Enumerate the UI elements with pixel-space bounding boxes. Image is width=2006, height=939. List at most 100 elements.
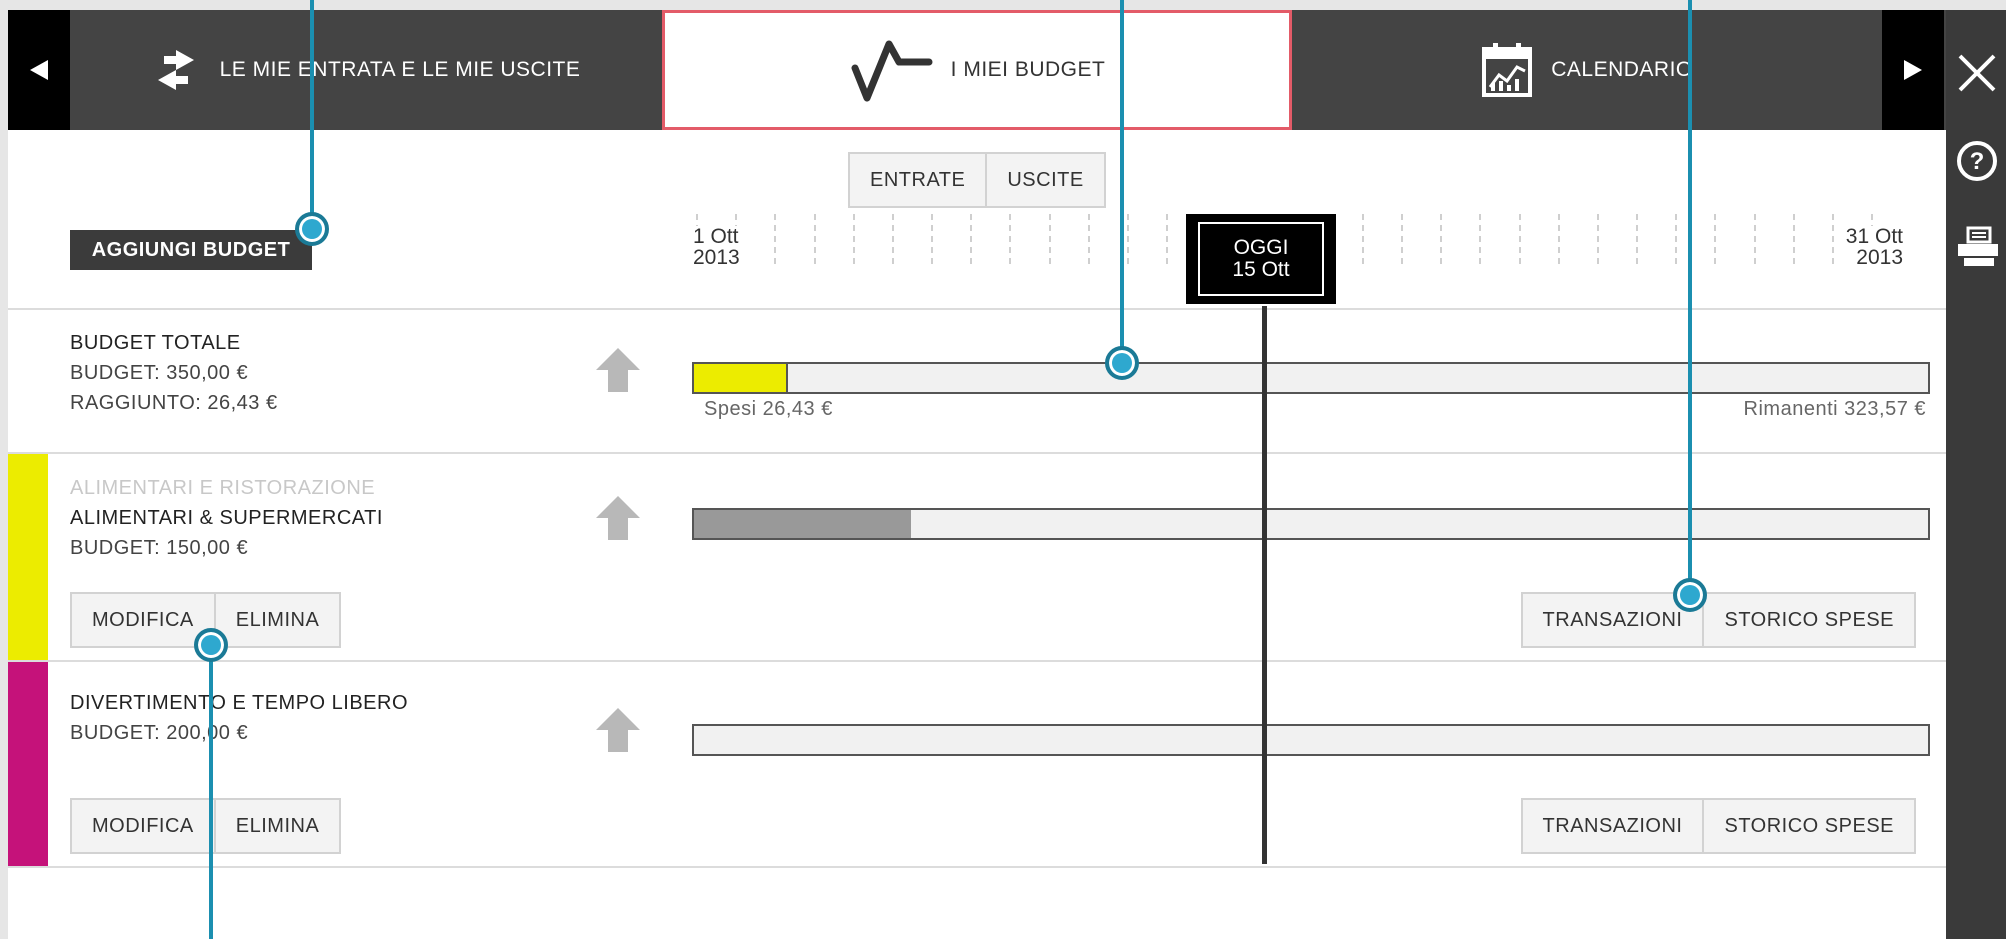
timeline-start-day: 1 Ott [693, 225, 739, 248]
total-budget-amount: BUDGET: 350,00 € [70, 362, 249, 384]
callout-line [1688, 0, 1692, 582]
calendar-chart-icon [1482, 43, 1533, 97]
tab-calendar-label: CALENDARIO [1551, 58, 1693, 81]
total-budget-title: BUDGET TOTALE [70, 332, 241, 354]
callout-line [209, 640, 213, 939]
timeline-day-tick [1753, 214, 1756, 264]
budget-info: DIVERTIMENTO E TEMPO LIBERO BUDGET: 200,… [70, 688, 408, 748]
category-color-strip [8, 454, 48, 660]
timeline-day-tick [1087, 214, 1090, 264]
timeline-day-tick [813, 214, 816, 264]
today-date: 15 Ott [1232, 258, 1290, 281]
timeline-day-tick [1126, 214, 1129, 264]
budget-name: ALIMENTARI & SUPERMERCATI [70, 507, 383, 529]
spent-label: Spesi 26,43 € [704, 398, 833, 420]
total-budget-info: BUDGET TOTALE BUDGET: 350,00 € RAGGIUNTO… [70, 328, 278, 418]
budget-history-group: TRANSAZIONI STORICO SPESE [1520, 592, 1916, 648]
tab-prev-button[interactable] [8, 10, 70, 130]
delete-button[interactable]: ELIMINA [213, 594, 340, 646]
toggle-uscite[interactable]: USCITE [985, 154, 1103, 206]
timeline-day-tick [1401, 214, 1403, 264]
tab-calendar[interactable]: CALENDARIO [1292, 10, 1882, 130]
timeline-day-tick [1675, 214, 1678, 264]
remaining-label: Rimanenti 323,57 € [1743, 398, 1926, 420]
tab-my-budgets-label: I MIEI BUDGET [950, 58, 1106, 81]
timeline-start: 1 Ott 2013 [693, 226, 740, 268]
svg-text:?: ? [1970, 148, 1985, 175]
edit-button[interactable]: MODIFICA [72, 800, 214, 852]
print-icon[interactable] [1956, 226, 1998, 268]
close-icon[interactable] [1956, 52, 1998, 94]
divider [8, 660, 1946, 662]
budget-history-group: TRANSAZIONI STORICO SPESE [1520, 798, 1916, 854]
timeline-day-tick [1636, 214, 1638, 264]
callout-dot [194, 628, 228, 662]
timeline-day-tick [852, 214, 855, 264]
add-budget-button[interactable]: AGGIUNGI BUDGET [70, 230, 312, 270]
arrow-up-icon[interactable] [594, 346, 642, 394]
timeline-day-tick [1479, 214, 1482, 264]
total-progress-fill [694, 364, 788, 392]
timeline-day-tick [1361, 214, 1364, 264]
transactions-button[interactable]: TRANSAZIONI [1523, 800, 1703, 852]
divider [8, 452, 1946, 454]
history-button[interactable]: STORICO SPESE [1702, 800, 1914, 852]
total-reached-amount: RAGGIUNTO: 26,43 € [70, 392, 278, 414]
divider [8, 308, 1946, 310]
timeline-day-tick [970, 214, 973, 264]
total-progress-bar [692, 362, 1930, 394]
side-panel: ? [1946, 10, 2006, 939]
budget-amount: BUDGET: 150,00 € [70, 537, 249, 559]
timeline-end-day: 31 Ott [1845, 225, 1903, 248]
help-icon[interactable]: ? [1956, 140, 1998, 182]
budget-progress-bar [692, 508, 1930, 540]
callout-dot [1673, 578, 1707, 612]
chevron-left-icon [30, 60, 48, 80]
tab-bar: LE MIE ENTRATA E LE MIE USCITE I MIEI BU… [8, 10, 1946, 130]
category-color-strip [8, 662, 48, 866]
budget-info: ALIMENTARI E RISTORAZIONE ALIMENTARI & S… [70, 473, 383, 563]
timeline-day-tick [1518, 214, 1521, 264]
timeline-day-tick [1166, 214, 1168, 264]
budget-name: DIVERTIMENTO E TEMPO LIBERO [70, 692, 409, 714]
timeline-day-tick [1048, 214, 1051, 264]
timeline-end-year: 2013 [1856, 246, 1903, 269]
timeline-day-tick [1009, 214, 1012, 264]
today-line [1262, 306, 1267, 864]
timeline-day-tick [891, 214, 894, 264]
timeline-day-tick [774, 214, 777, 264]
budget-progress-fill [694, 510, 912, 538]
app-window: LE MIE ENTRATA E LE MIE USCITE I MIEI BU… [8, 10, 1946, 939]
arrow-up-icon[interactable] [594, 494, 642, 542]
timeline-start-year: 2013 [693, 246, 740, 269]
budget-edit-group: MODIFICA ELIMINA [70, 798, 342, 854]
timeline-day-tick [1792, 214, 1795, 264]
timeline-day-tick [1831, 214, 1834, 264]
history-button[interactable]: STORICO SPESE [1702, 594, 1914, 646]
timeline-day-tick [1596, 214, 1599, 264]
tab-income-expenses[interactable]: LE MIE ENTRATA E LE MIE USCITE [70, 10, 660, 130]
callout-dot [295, 212, 329, 246]
today-label: OGGI [1233, 236, 1289, 259]
edit-button[interactable]: MODIFICA [72, 594, 214, 646]
callout-dot [1105, 346, 1139, 380]
timeline-end: 31 Ott 2013 [1845, 225, 1903, 269]
budget-amount: BUDGET: 200,00 € [70, 722, 249, 744]
tab-my-budgets[interactable]: I MIEI BUDGET [662, 10, 1292, 130]
chevron-right-icon [1904, 60, 1922, 80]
pulse-chart-icon [851, 40, 933, 102]
tab-income-expenses-label: LE MIE ENTRATA E LE MIE USCITE [219, 58, 581, 81]
budget-progress-bar [692, 724, 1930, 756]
callout-line [310, 0, 314, 222]
divider [8, 866, 1946, 868]
budget-category: ALIMENTARI E RISTORAZIONE [70, 477, 376, 499]
timeline-day-tick [1440, 214, 1443, 264]
toggle-entrate[interactable]: ENTRATE [850, 154, 985, 206]
tab-next-button[interactable] [1882, 10, 1944, 130]
callout-line [1120, 0, 1124, 352]
income-expense-toggle: ENTRATE USCITE [848, 152, 1106, 208]
arrow-up-icon[interactable] [594, 706, 642, 754]
timeline-day-tick [1557, 214, 1560, 264]
delete-button[interactable]: ELIMINA [213, 800, 340, 852]
today-marker[interactable]: OGGI 15 Ott [1186, 214, 1336, 304]
